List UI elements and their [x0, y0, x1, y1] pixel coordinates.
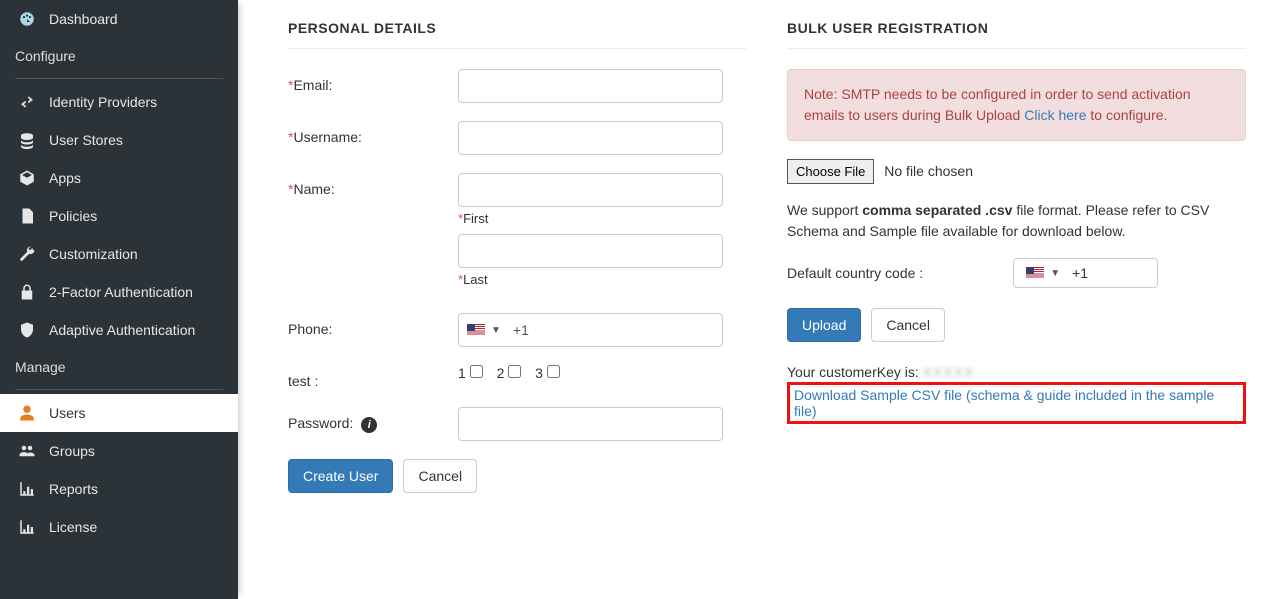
caret-down-icon: ▼ [491, 325, 501, 336]
test-opt-2[interactable]: 2 [497, 365, 524, 381]
last-name-input[interactable] [458, 234, 723, 268]
sidebar-divider [15, 389, 223, 390]
sidebar-label: Adaptive Authentication [49, 322, 195, 338]
alert-text: to configure. [1086, 107, 1167, 123]
shield-icon [15, 321, 39, 339]
sidebar-item-customization[interactable]: Customization [0, 235, 238, 273]
sidebar-label: Reports [49, 481, 98, 497]
password-label: Password: i [288, 407, 458, 433]
phone-input[interactable]: ▼ +1 [458, 313, 723, 347]
phone-dial: +1 [507, 322, 529, 338]
box-icon [15, 169, 39, 187]
sidebar-label: Users [49, 405, 86, 421]
download-sample-highlight: Download Sample CSV file (schema & guide… [787, 382, 1246, 424]
dashboard-icon [15, 10, 39, 28]
first-sublabel: *First [458, 211, 747, 226]
test-opt-1[interactable]: 1 [458, 365, 485, 381]
sidebar-label: License [49, 519, 97, 535]
bulk-actions: Upload Cancel [787, 308, 1246, 342]
file-row: Choose File No file chosen [787, 159, 1246, 184]
upload-button[interactable]: Upload [787, 308, 861, 342]
sidebar-item-reports[interactable]: Reports [0, 470, 238, 508]
create-user-button[interactable]: Create User [288, 459, 393, 493]
smtp-alert: Note: SMTP needs to be configured in ord… [787, 69, 1246, 141]
personal-actions: Create User Cancel [288, 459, 747, 493]
customer-key-value: XXXXX [923, 364, 975, 380]
sidebar-item-identity-providers[interactable]: Identity Providers [0, 83, 238, 121]
username-row: *Username: [288, 121, 747, 155]
divider [288, 48, 747, 49]
password-row: Password: i [288, 407, 747, 441]
info-icon: i [361, 417, 377, 433]
sidebar-item-users[interactable]: Users [0, 394, 238, 432]
email-label: *Email: [288, 69, 458, 93]
test-row: test : 1 2 3 [288, 365, 747, 389]
sidebar-item-2fa[interactable]: 2-Factor Authentication [0, 273, 238, 311]
sidebar-label: Apps [49, 170, 81, 186]
wrench-icon [15, 245, 39, 263]
first-name-input[interactable] [458, 173, 723, 207]
chart-icon [15, 518, 39, 536]
country-code-select[interactable]: ▼ +1 [1013, 258, 1158, 288]
flag-us-icon [467, 324, 485, 336]
bulk-cancel-button[interactable]: Cancel [871, 308, 945, 342]
name-row: *Name: *First *Last [288, 173, 747, 295]
last-sublabel: *Last [458, 272, 747, 287]
caret-down-icon: ▼ [1050, 268, 1060, 279]
test-label: test : [288, 365, 458, 389]
country-code-label: Default country code : [787, 265, 923, 281]
sidebar-label: Dashboard [49, 11, 118, 27]
sidebar-item-license[interactable]: License [0, 508, 238, 546]
personal-details-column: PERSONAL DETAILS *Email: *Username: *Nam… [288, 20, 747, 559]
sidebar-label: 2-Factor Authentication [49, 284, 193, 300]
country-code-row: Default country code : ▼ +1 [787, 258, 1246, 288]
phone-row: Phone: ▼ +1 [288, 313, 747, 347]
database-icon [15, 131, 39, 149]
username-label: *Username: [288, 121, 458, 145]
sidebar-divider [15, 78, 223, 79]
document-icon [15, 207, 39, 225]
lock-icon [15, 283, 39, 301]
swap-icon [15, 93, 39, 111]
sidebar-label: Policies [49, 208, 97, 224]
no-file-label: No file chosen [884, 163, 973, 179]
cc-dial: +1 [1072, 265, 1088, 281]
email-row: *Email: [288, 69, 747, 103]
sidebar: Dashboard Configure Identity Providers U… [0, 0, 238, 599]
bulk-registration-title: BULK USER REGISTRATION [787, 20, 1246, 36]
test-opt-3[interactable]: 3 [535, 365, 562, 381]
sidebar-item-groups[interactable]: Groups [0, 432, 238, 470]
sidebar-item-policies[interactable]: Policies [0, 197, 238, 235]
sidebar-item-apps[interactable]: Apps [0, 159, 238, 197]
divider [787, 48, 1246, 49]
sidebar-label: Identity Providers [49, 94, 157, 110]
customer-key-line: Your customerKey is: XXXXX [787, 364, 1246, 380]
sidebar-item-user-stores[interactable]: User Stores [0, 121, 238, 159]
sidebar-item-dashboard[interactable]: Dashboard [0, 0, 238, 38]
alert-configure-link[interactable]: Click here [1024, 107, 1086, 123]
flag-us-icon [1026, 267, 1044, 279]
sidebar-label: Customization [49, 246, 138, 262]
main-content: PERSONAL DETAILS *Email: *Username: *Nam… [238, 0, 1276, 599]
sidebar-label: User Stores [49, 132, 123, 148]
sidebar-label: Groups [49, 443, 95, 459]
choose-file-button[interactable]: Choose File [787, 159, 874, 184]
chart-icon [15, 480, 39, 498]
download-sample-link[interactable]: Download Sample CSV file (schema & guide… [794, 387, 1214, 419]
password-input[interactable] [458, 407, 723, 441]
email-input[interactable] [458, 69, 723, 103]
bulk-registration-column: BULK USER REGISTRATION Note: SMTP needs … [787, 20, 1246, 559]
sidebar-item-adaptive-auth[interactable]: Adaptive Authentication [0, 311, 238, 349]
name-label: *Name: [288, 173, 458, 197]
support-text: We support comma separated .csv file for… [787, 200, 1246, 242]
user-icon [15, 404, 39, 422]
personal-details-title: PERSONAL DETAILS [288, 20, 747, 36]
cancel-button[interactable]: Cancel [403, 459, 477, 493]
groups-icon [15, 442, 39, 460]
sidebar-section-manage: Manage [0, 349, 238, 385]
username-input[interactable] [458, 121, 723, 155]
phone-label: Phone: [288, 313, 458, 337]
sidebar-section-configure: Configure [0, 38, 238, 74]
